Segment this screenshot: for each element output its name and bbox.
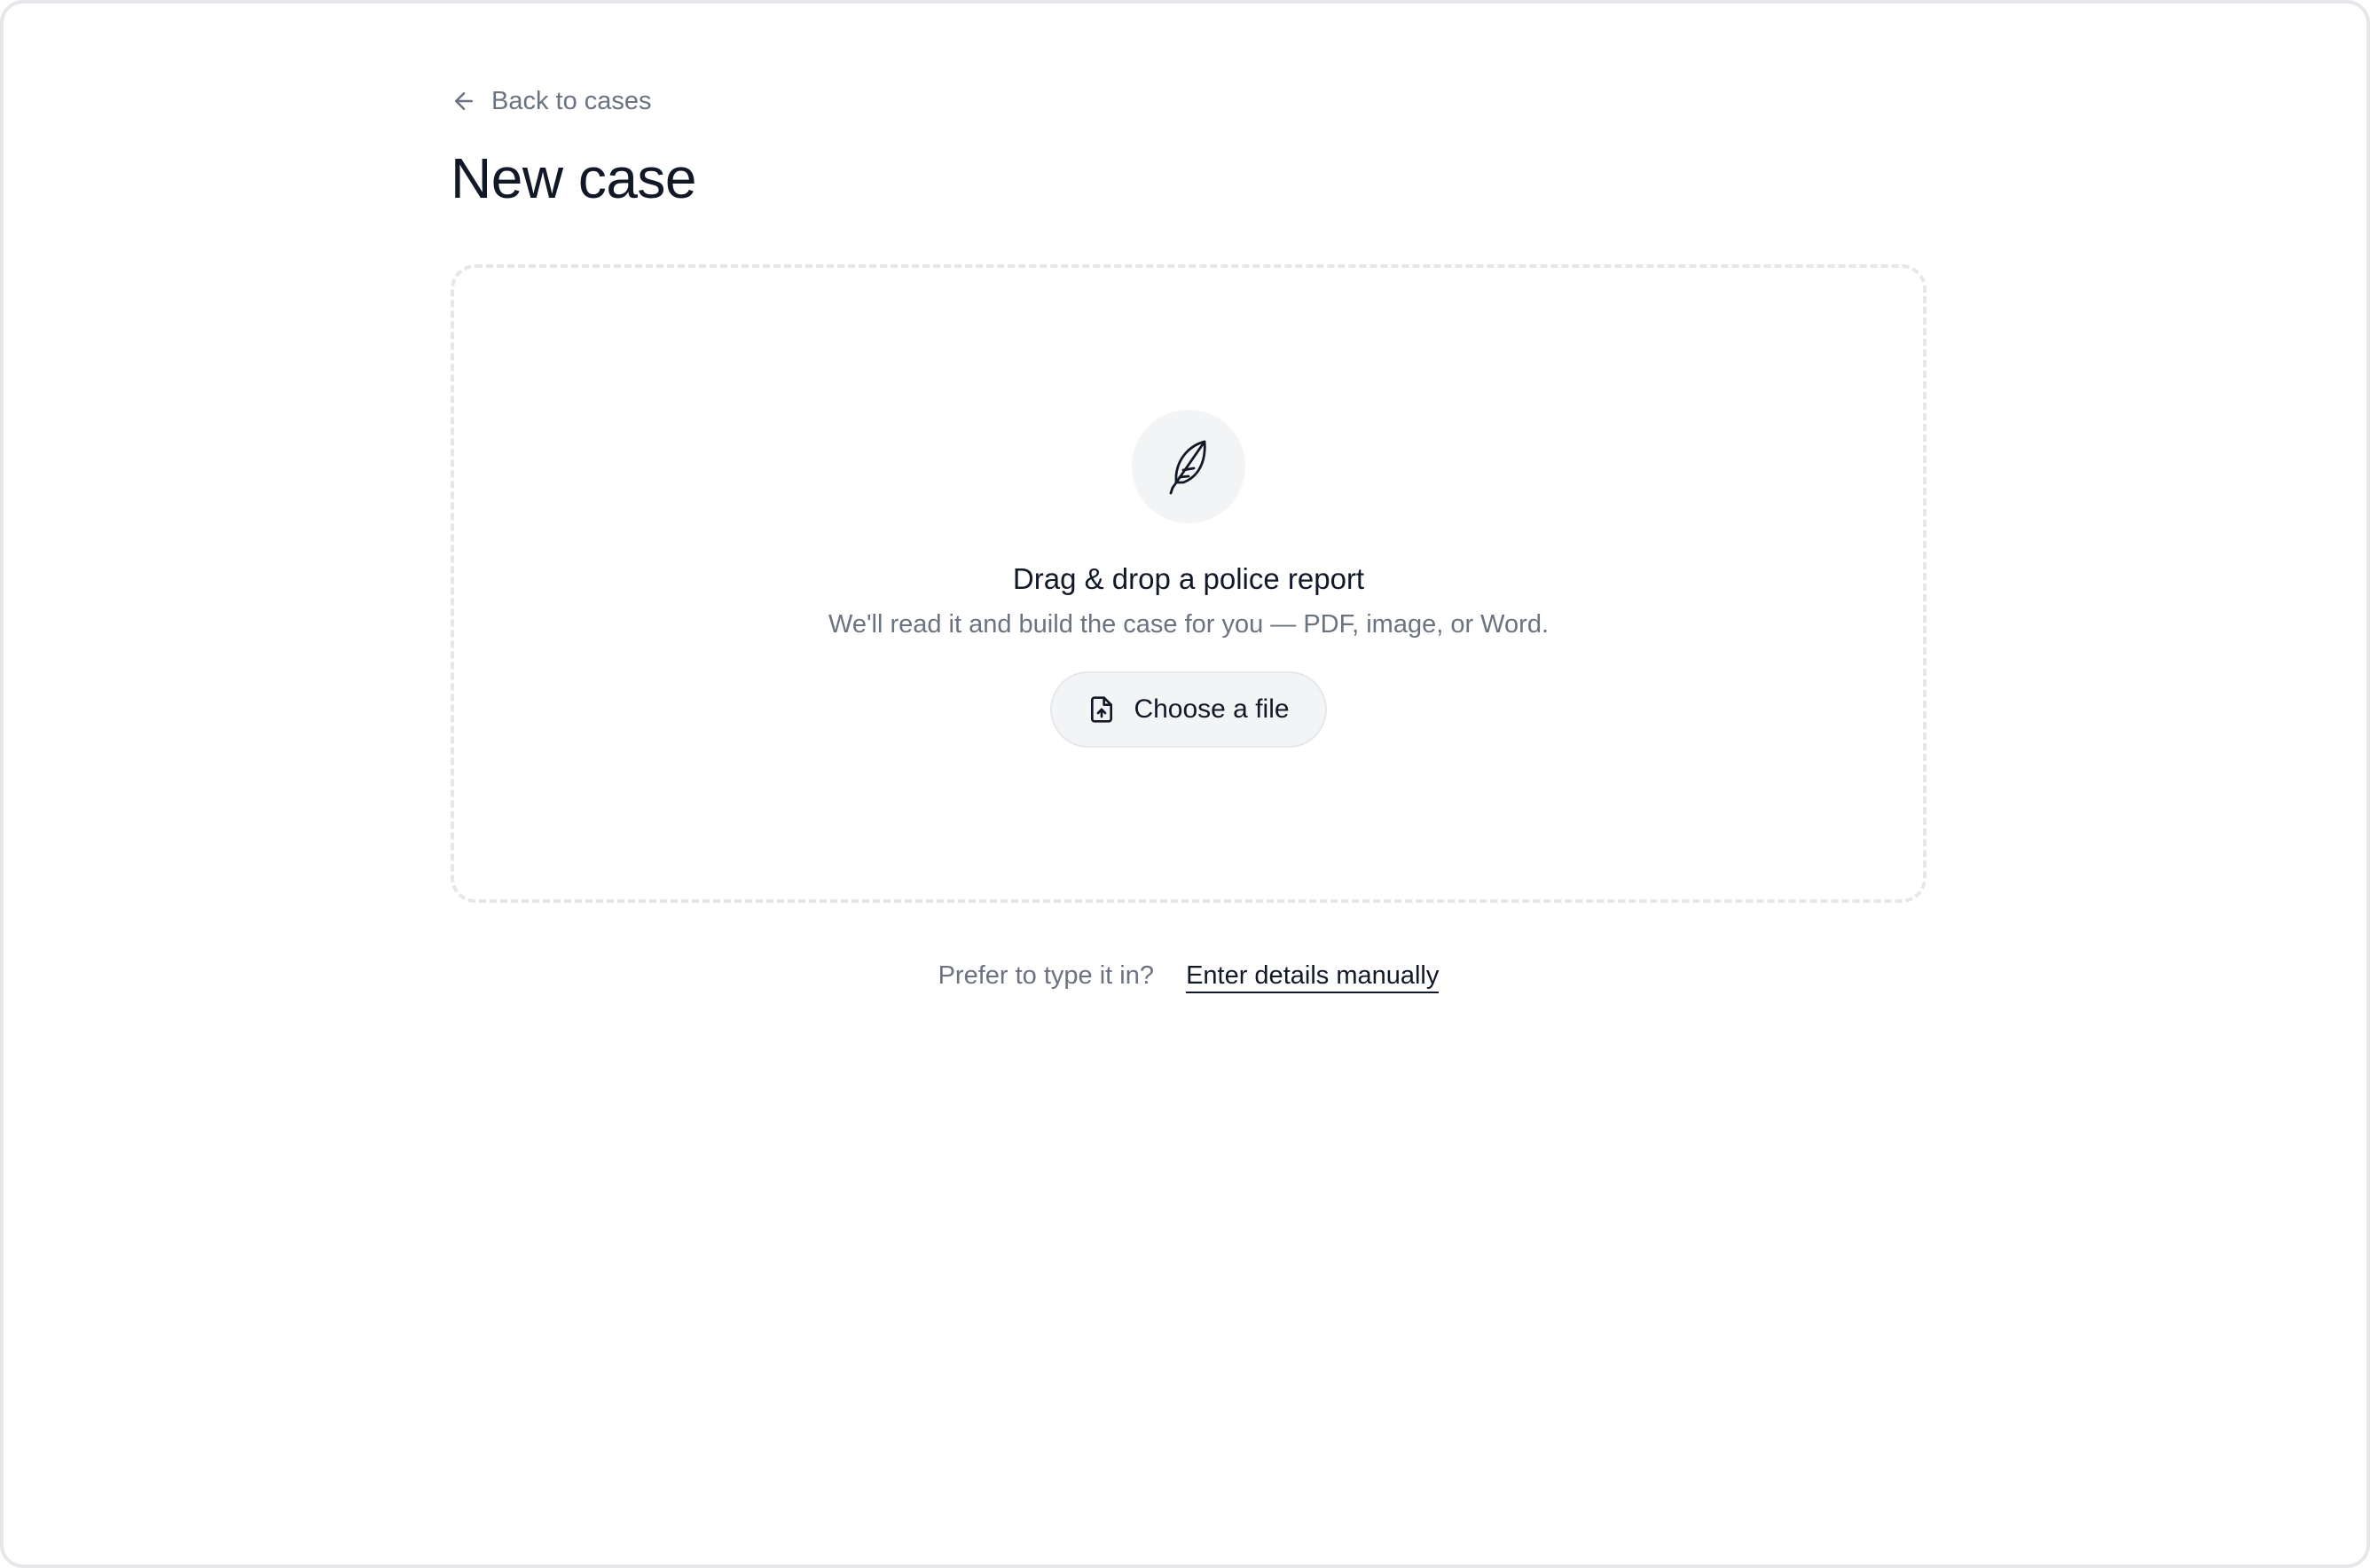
back-to-cases-link[interactable]: Back to cases (451, 82, 652, 121)
dropzone-subtext: We'll read it and build the case for you… (828, 610, 1549, 639)
file-upload-icon (1087, 695, 1116, 724)
main-content: Back to cases New case Drag & drop a pol… (451, 82, 1927, 994)
manual-entry-row: Prefer to type it in? Enter details manu… (451, 961, 1927, 994)
dropzone-icon-circle (1132, 410, 1245, 524)
page-title: New case (451, 146, 697, 210)
app-window: Back to cases New case Drag & drop a pol… (0, 0, 2370, 1568)
file-dropzone[interactable]: Drag & drop a police report We'll read i… (451, 264, 1927, 904)
enter-details-manually-link[interactable]: Enter details manually (1186, 961, 1440, 994)
dropzone-heading: Drag & drop a police report (1012, 562, 1365, 596)
choose-file-button[interactable]: Choose a file (1050, 671, 1327, 749)
choose-file-label: Choose a file (1134, 694, 1290, 725)
back-link-label: Back to cases (491, 86, 652, 115)
feather-icon (1165, 438, 1212, 495)
manual-entry-prompt: Prefer to type it in? (938, 961, 1154, 991)
arrow-left-icon (451, 88, 477, 114)
